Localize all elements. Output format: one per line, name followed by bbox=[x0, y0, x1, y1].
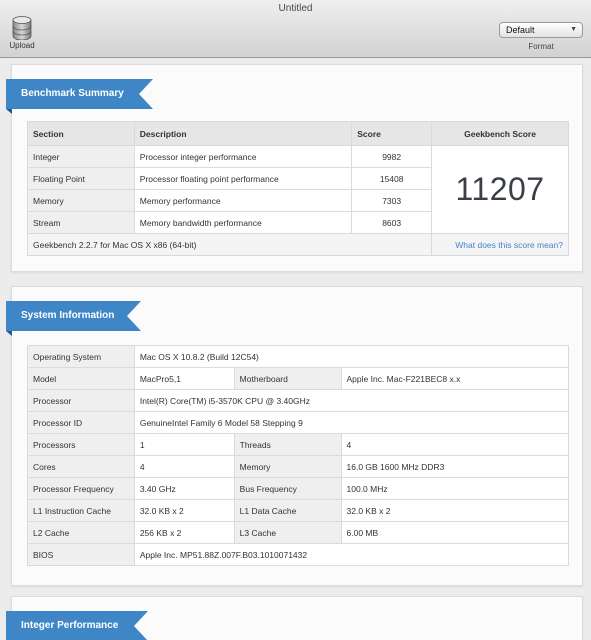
score-cell: 9982 bbox=[351, 145, 433, 168]
upload-button[interactable]: Upload bbox=[6, 16, 38, 54]
benchmark-table: Section Description Score Geekbench Scor… bbox=[26, 121, 569, 256]
integer-performance-heading: Integer Performance bbox=[6, 611, 148, 640]
info-label: Operating System bbox=[27, 345, 135, 368]
description-cell: Processor integer performance bbox=[133, 145, 353, 168]
chevron-down-icon: ▼ bbox=[570, 26, 577, 33]
description-cell: Memory bandwidth performance bbox=[133, 211, 353, 234]
info-value: 32.0 KB x 2 bbox=[340, 499, 570, 522]
section-cell: Floating Point bbox=[27, 167, 135, 190]
benchmark-summary-panel: Benchmark Summary Section Description Sc… bbox=[6, 64, 583, 272]
score-cell: 8603 bbox=[351, 211, 433, 234]
info-label: Model bbox=[27, 367, 135, 390]
app-window: Untitled Upload Default ▼ Format Benchma… bbox=[0, 0, 591, 640]
format-control: Default ▼ Format bbox=[499, 22, 583, 51]
titlebar: Untitled Upload Default ▼ Format bbox=[0, 0, 591, 58]
table-row: BIOS Apple Inc. MP51.88Z.007F.B03.101007… bbox=[27, 543, 570, 566]
info-label: L1 Data Cache bbox=[233, 499, 342, 522]
integer-performance-title: Integer Performance bbox=[21, 620, 119, 631]
benchmark-summary-heading: Benchmark Summary bbox=[6, 79, 153, 114]
info-label: Cores bbox=[27, 455, 135, 478]
section-cell: Integer bbox=[27, 145, 135, 168]
table-row: Operating System Mac OS X 10.8.2 (Build … bbox=[27, 345, 570, 368]
info-label: BIOS bbox=[27, 543, 135, 566]
report-content[interactable]: Benchmark Summary Section Description Sc… bbox=[0, 59, 591, 640]
info-label: Motherboard bbox=[233, 367, 342, 390]
geekbench-score: 11207 bbox=[431, 145, 569, 234]
system-info-table: Operating System Mac OS X 10.8.2 (Build … bbox=[27, 345, 570, 566]
table-row: Cores 4 Memory 16.0 GB 1600 MHz DDR3 bbox=[27, 455, 570, 478]
section-cell: Stream bbox=[27, 211, 135, 234]
info-value: GenuineIntel Family 6 Model 58 Stepping … bbox=[133, 411, 570, 434]
benchmark-summary-title: Benchmark Summary bbox=[21, 88, 124, 99]
section-cell: Memory bbox=[27, 189, 135, 212]
info-label: L3 Cache bbox=[233, 521, 342, 544]
database-icon bbox=[12, 16, 32, 40]
info-value: 32.0 KB x 2 bbox=[133, 499, 235, 522]
system-information-title: System Information bbox=[21, 310, 115, 321]
table-row: Integer Processor integer performance 99… bbox=[27, 145, 569, 234]
info-label: L1 Instruction Cache bbox=[27, 499, 135, 522]
column-header: Score bbox=[351, 121, 433, 146]
info-value: Apple Inc. MP51.88Z.007F.B03.1010071432 bbox=[133, 543, 570, 566]
table-row: Processor Frequency 3.40 GHz Bus Frequen… bbox=[27, 477, 570, 500]
info-value: 3.40 GHz bbox=[133, 477, 235, 500]
info-label: Threads bbox=[233, 433, 342, 456]
table-row: Processor Intel(R) Core(TM) i5-3570K CPU… bbox=[27, 389, 570, 412]
table-row: Model MacPro5,1 Motherboard Apple Inc. M… bbox=[27, 367, 570, 390]
info-label: Bus Frequency bbox=[233, 477, 342, 500]
info-label: Processors bbox=[27, 433, 135, 456]
window-title: Untitled bbox=[278, 3, 313, 14]
info-value: Mac OS X 10.8.2 (Build 12C54) bbox=[133, 345, 570, 368]
description-cell: Memory performance bbox=[133, 189, 353, 212]
info-value: 100.0 MHz bbox=[340, 477, 570, 500]
column-header: Section bbox=[27, 121, 135, 146]
score-cell: 7303 bbox=[351, 189, 433, 212]
format-select[interactable]: Default ▼ bbox=[499, 22, 583, 38]
description-cell: Processor floating point performance bbox=[133, 167, 353, 190]
info-label: Memory bbox=[233, 455, 342, 478]
format-select-value: Default bbox=[506, 25, 535, 35]
column-header: Geekbench Score bbox=[431, 121, 569, 146]
info-label: Processor Frequency bbox=[27, 477, 135, 500]
table-header-row: Section Description Score Geekbench Scor… bbox=[27, 121, 569, 146]
table-row: Processor ID GenuineIntel Family 6 Model… bbox=[27, 411, 570, 434]
table-footer-row: Geekbench 2.2.7 for Mac OS X x86 (64-bit… bbox=[26, 233, 569, 256]
table-row: Processors 1 Threads 4 bbox=[27, 433, 570, 456]
info-label: L2 Cache bbox=[27, 521, 135, 544]
info-value: 256 KB x 2 bbox=[133, 521, 235, 544]
version-text: Geekbench 2.2.7 for Mac OS X x86 (64-bit… bbox=[26, 233, 433, 256]
info-label: Processor ID bbox=[27, 411, 135, 434]
integer-performance-panel: Integer Performance bbox=[6, 596, 583, 640]
table-row: L1 Instruction Cache 32.0 KB x 2 L1 Data… bbox=[27, 499, 570, 522]
info-value: 4 bbox=[340, 433, 570, 456]
upload-label: Upload bbox=[9, 41, 35, 50]
info-value: MacPro5,1 bbox=[133, 367, 235, 390]
column-header: Description bbox=[133, 121, 353, 146]
info-value: 16.0 GB 1600 MHz DDR3 bbox=[340, 455, 570, 478]
system-information-heading: System Information bbox=[6, 301, 141, 336]
system-information-panel: System Information Operating System Mac … bbox=[6, 286, 583, 586]
score-cell: 15408 bbox=[351, 167, 433, 190]
table-row: L2 Cache 256 KB x 2 L3 Cache 6.00 MB bbox=[27, 521, 570, 544]
info-value: 1 bbox=[133, 433, 235, 456]
format-label: Format bbox=[528, 42, 554, 51]
info-value: Apple Inc. Mac-F221BEC8 x.x bbox=[340, 367, 570, 390]
info-value: 4 bbox=[133, 455, 235, 478]
info-value: Intel(R) Core(TM) i5-3570K CPU @ 3.40GHz bbox=[133, 389, 570, 412]
info-label: Processor bbox=[27, 389, 135, 412]
score-help-link[interactable]: What does this score mean? bbox=[431, 233, 569, 256]
info-value: 6.00 MB bbox=[340, 521, 570, 544]
